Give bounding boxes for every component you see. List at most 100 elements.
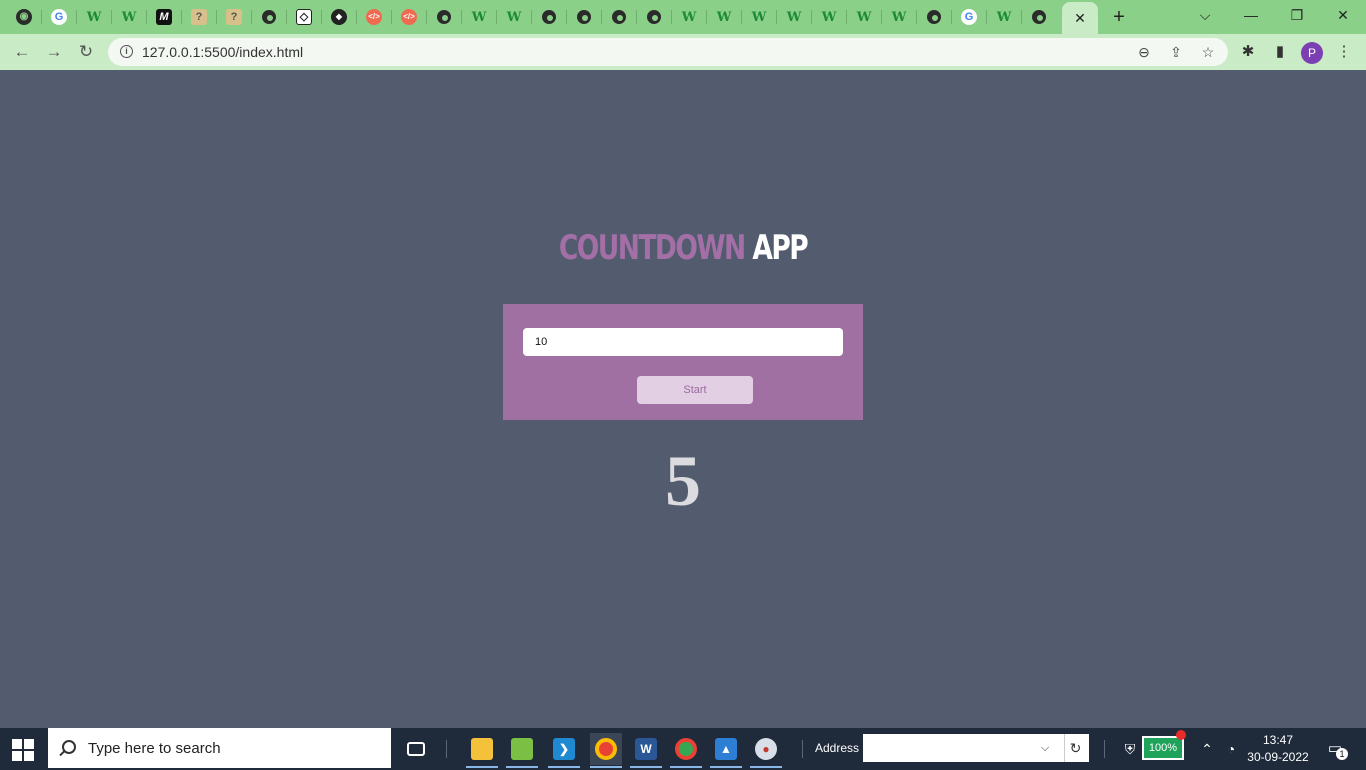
tab-divider xyxy=(986,10,987,24)
chrome-profile-p-icon[interactable] xyxy=(590,733,622,768)
browser-tab[interactable]: ? xyxy=(219,5,249,29)
browser-tab[interactable] xyxy=(254,5,284,29)
tab-divider xyxy=(111,10,112,24)
browser-tab[interactable]: W xyxy=(779,5,809,29)
security-shield-icon[interactable]: ⛨ xyxy=(1119,738,1141,760)
question-icon: ? xyxy=(226,9,242,25)
seconds-input[interactable] xyxy=(523,328,843,356)
tab-divider xyxy=(671,10,672,24)
tab-divider xyxy=(146,10,147,24)
info-icon[interactable]: i xyxy=(120,45,133,58)
tab-divider xyxy=(426,10,427,24)
search-placeholder: Type here to search xyxy=(88,740,221,757)
tab-divider xyxy=(356,10,357,24)
w-icon: W xyxy=(996,9,1012,25)
browser-tab[interactable]: W xyxy=(814,5,844,29)
browser-tab[interactable]: ◉ xyxy=(9,5,39,29)
chevron-up-icon[interactable]: ⌃ xyxy=(1196,738,1218,760)
address-toolbar-input[interactable] xyxy=(863,734,1089,762)
browser-tab[interactable] xyxy=(534,5,564,29)
battery-alert-dot xyxy=(1176,730,1186,740)
browser-tab[interactable]: W xyxy=(499,5,529,29)
browser-tab[interactable]: ? xyxy=(184,5,214,29)
browser-tab[interactable]: ◇ xyxy=(289,5,319,29)
browser-tab[interactable]: W xyxy=(884,5,914,29)
refresh-icon[interactable]: ↻ xyxy=(1064,734,1086,762)
w-icon: W xyxy=(821,9,837,25)
task-view-icon[interactable] xyxy=(400,733,432,765)
browser-tab[interactable]: G xyxy=(954,5,984,29)
codepen-icon: ◇ xyxy=(296,9,312,25)
browser-tab[interactable]: W xyxy=(114,5,144,29)
active-tab[interactable]: ✕ xyxy=(1062,2,1098,34)
browser-tab[interactable]: </> xyxy=(359,5,389,29)
paint-icon[interactable]: ● xyxy=(750,733,782,768)
taskbar-search[interactable]: Type here to search xyxy=(48,728,391,768)
browser-toolbar: ← → ↻ i 127.0.0.1:5500/index.html ⊖ ⇪ ☆ … xyxy=(0,34,1366,70)
browser-tab[interactable]: </> xyxy=(394,5,424,29)
browser-tab[interactable] xyxy=(919,5,949,29)
tab-search-button[interactable]: ⌵ xyxy=(1190,4,1220,26)
wifi-icon[interactable]: ◔ xyxy=(1220,738,1242,760)
browser-tab[interactable] xyxy=(569,5,599,29)
browser-tab[interactable]: ◆ xyxy=(324,5,354,29)
zoom-icon[interactable]: ⊖ xyxy=(1134,42,1154,62)
w-icon: W xyxy=(786,9,802,25)
search-icon xyxy=(62,740,76,754)
browser-tab[interactable]: W xyxy=(79,5,109,29)
extensions-icon[interactable]: ✱ xyxy=(1238,42,1258,62)
file-explorer-icon[interactable] xyxy=(466,733,498,768)
browser-tab[interactable] xyxy=(429,5,459,29)
browser-tab[interactable] xyxy=(639,5,669,29)
tab-divider xyxy=(41,10,42,24)
side-panel-icon[interactable]: ▮ xyxy=(1270,42,1290,62)
tab-divider xyxy=(776,10,777,24)
w-icon: W xyxy=(891,9,907,25)
share-icon[interactable]: ⇪ xyxy=(1166,42,1186,62)
globe-icon xyxy=(437,10,451,24)
browser-tab[interactable] xyxy=(1024,5,1054,29)
sheets-icon[interactable] xyxy=(506,733,538,768)
chevron-down-icon[interactable]: ⌵ xyxy=(1036,734,1054,762)
browser-tab[interactable]: W xyxy=(849,5,879,29)
browser-tab[interactable]: W xyxy=(709,5,739,29)
clock[interactable]: 13:47 30-09-2022 xyxy=(1243,732,1313,766)
browser-tab[interactable]: W xyxy=(744,5,774,29)
tab-divider xyxy=(601,10,602,24)
back-button[interactable]: ← xyxy=(11,41,33,63)
address-bar[interactable]: i 127.0.0.1:5500/index.html ⊖ ⇪ ☆ xyxy=(108,38,1228,66)
bookmark-star-icon[interactable]: ☆ xyxy=(1198,42,1218,62)
minimize-button[interactable]: — xyxy=(1236,4,1266,26)
tab-divider xyxy=(251,10,252,24)
w-icon: W xyxy=(86,9,102,25)
battery-indicator[interactable]: 100% xyxy=(1142,736,1184,760)
address-toolbar-label: Address xyxy=(815,741,860,755)
vscode-icon[interactable]: ❯ xyxy=(548,733,580,768)
profile-avatar[interactable]: P xyxy=(1301,42,1323,64)
globe-icon xyxy=(542,10,556,24)
windows-start-icon[interactable] xyxy=(12,739,34,761)
countdown-display: 5 xyxy=(665,441,701,521)
browser-tab[interactable]: W xyxy=(674,5,704,29)
browser-tab[interactable]: W xyxy=(989,5,1019,29)
forward-button[interactable]: → xyxy=(43,41,65,63)
url-text[interactable]: 127.0.0.1:5500/index.html xyxy=(142,44,303,60)
browser-tab[interactable]: W xyxy=(464,5,494,29)
taskbar: Type here to search ❯ W ▲ ● Address ⌵ ↻ … xyxy=(0,728,1366,770)
w-icon: W xyxy=(121,9,137,25)
reload-button[interactable]: ↻ xyxy=(75,41,97,63)
countdown-form: Start xyxy=(503,304,863,420)
chrome-profile-m-icon[interactable] xyxy=(670,733,702,768)
browser-tab[interactable]: M xyxy=(149,5,179,29)
photos-icon[interactable]: ▲ xyxy=(710,733,742,768)
menu-icon[interactable]: ⋮ xyxy=(1334,42,1354,62)
close-window-button[interactable]: ✕ xyxy=(1328,4,1358,26)
m-icon: M xyxy=(156,9,172,25)
new-tab-button[interactable]: + xyxy=(1108,6,1130,28)
close-icon[interactable]: ✕ xyxy=(1074,10,1086,27)
browser-tab[interactable] xyxy=(604,5,634,29)
start-button[interactable]: Start xyxy=(637,376,753,404)
word-icon[interactable]: W xyxy=(630,733,662,768)
restore-button[interactable]: ❐ xyxy=(1282,4,1312,26)
browser-tab[interactable]: G xyxy=(44,5,74,29)
